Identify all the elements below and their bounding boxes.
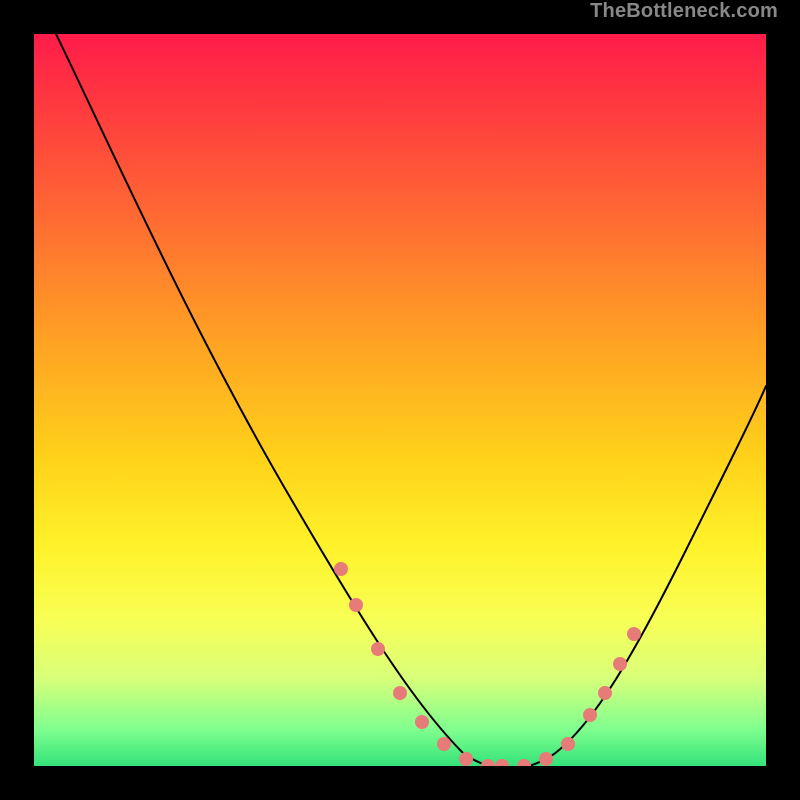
marker-dot (334, 562, 348, 576)
marker-dot (437, 737, 451, 751)
marker-dot (598, 686, 612, 700)
chart-frame (20, 20, 780, 780)
marker-dot (495, 759, 509, 766)
marker-dot (371, 642, 385, 656)
marker-dot (561, 737, 575, 751)
marker-dot (517, 759, 531, 766)
marker-dot (393, 686, 407, 700)
marker-group (334, 562, 641, 766)
marker-dot (583, 708, 597, 722)
chart-svg (34, 34, 766, 766)
marker-dot (627, 627, 641, 641)
marker-dot (349, 598, 363, 612)
bottleneck-curve (56, 34, 766, 766)
plot-area (34, 34, 766, 766)
marker-dot (459, 752, 473, 766)
marker-dot (613, 657, 627, 671)
marker-dot (539, 752, 553, 766)
marker-dot (415, 715, 429, 729)
watermark-text: TheBottleneck.com (590, 0, 778, 23)
marker-dot (481, 759, 495, 766)
